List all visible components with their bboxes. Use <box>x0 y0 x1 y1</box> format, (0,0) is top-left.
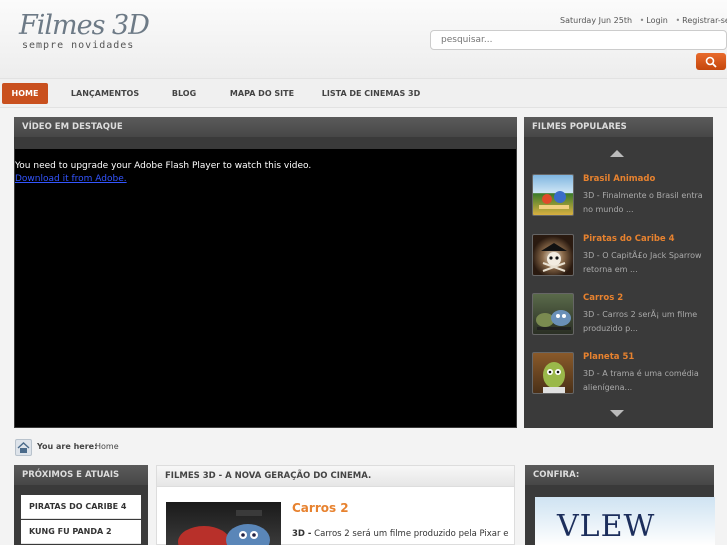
login-link[interactable]: Login <box>646 16 668 25</box>
list-item[interactable]: KUNG FU PANDA 2 <box>21 520 141 544</box>
movie-title[interactable]: Planeta 51 <box>583 352 634 362</box>
search-button[interactable] <box>696 53 726 70</box>
logo-subtitle: sempre novidades <box>22 40 135 51</box>
movie-thumbnail[interactable] <box>532 293 574 335</box>
scroll-up-icon[interactable] <box>610 150 624 157</box>
flash-message: You need to upgrade your Adobe Flash Pla… <box>15 161 312 171</box>
popular-movies-panel: FILMES POPULARES Brasil Animado 3D - Fin… <box>524 117 713 428</box>
movie-description: 3D - A trama é uma comédia alienígena... <box>583 369 699 392</box>
movie-title[interactable]: Brasil Animado <box>583 174 655 184</box>
movie-thumbnail[interactable] <box>532 234 574 276</box>
article-image[interactable] <box>166 502 281 545</box>
featured-video-title: VÍDEO EM DESTAQUE <box>14 117 517 137</box>
ad-text: VLEW <box>557 509 656 544</box>
upcoming-title: PRÓXIMOS E ATUAIS <box>14 465 148 485</box>
nav-item-home[interactable]: HOME <box>2 83 48 104</box>
search-input[interactable] <box>430 30 727 50</box>
nav-item-lista-cinemas[interactable]: LISTA DE CINEMAS 3D <box>318 83 424 104</box>
breadcrumb-current: Home <box>95 442 119 451</box>
section-title: FILMES 3D - A NOVA GERAÇÃO DO CINEMA. <box>157 466 514 487</box>
advertisement-banner[interactable]: VLEW <box>535 497 715 545</box>
article-lead: 3D - <box>292 529 312 539</box>
upcoming-panel: PRÓXIMOS E ATUAIS PIRATAS DO CARIBE 4 KU… <box>14 465 148 545</box>
download-flash-link[interactable]: Download it from Adobe. <box>15 174 127 184</box>
movie-description: 3D - O CapitÃ£o Jack Sparrow retorna em … <box>583 251 702 274</box>
scroll-down-icon[interactable] <box>610 410 624 417</box>
nav-item-blog[interactable]: BLOG <box>162 83 206 104</box>
bullet-icon: • <box>675 16 681 25</box>
list-item[interactable]: PIRATAS DO CARIBE 4 <box>21 495 141 519</box>
list-item[interactable]: Piratas do Caribe 4 3D - O CapitÃ£o Jack… <box>532 234 712 290</box>
confira-title: CONFIRA: <box>525 465 714 485</box>
movie-title[interactable]: Carros 2 <box>583 293 623 303</box>
top-links: Saturday Jun 25th • Login • Registrar-se <box>560 16 727 25</box>
movie-description: 3D - Finalmente o Brasil entra no mundo … <box>583 191 703 214</box>
bullet-icon: • <box>639 16 645 25</box>
main-article-panel: FILMES 3D - A NOVA GERAÇÃO DO CINEMA. Ca… <box>156 465 515 545</box>
popular-movies-title: FILMES POPULARES <box>524 117 713 137</box>
movie-description: 3D - Carros 2 serÃ¡ um filme produzido p… <box>583 310 698 333</box>
home-icon[interactable] <box>15 439 32 456</box>
movie-thumbnail[interactable] <box>532 352 574 394</box>
site-logo[interactable]: Filmes 3D sempre novidades <box>19 10 150 52</box>
logo-title: Filmes 3D <box>19 10 150 41</box>
nav-item-mapa-do-site[interactable]: MAPA DO SITE <box>222 83 302 104</box>
article-body: Carros 2 será um filme produzido pela Pi… <box>314 529 509 539</box>
register-link[interactable]: Registrar-se <box>682 16 727 25</box>
list-item[interactable]: Carros 2 3D - Carros 2 serÃ¡ um filme pr… <box>532 293 712 349</box>
list-item[interactable]: Brasil Animado 3D - Finalmente o Brasil … <box>532 174 712 230</box>
current-date: Saturday Jun 25th <box>560 16 633 25</box>
movie-thumbnail[interactable] <box>532 174 574 216</box>
search-icon <box>705 56 717 68</box>
video-player[interactable]: You need to upgrade your Adobe Flash Pla… <box>15 149 516 427</box>
article-title[interactable]: Carros 2 <box>292 501 349 515</box>
breadcrumb-label: You are here: <box>37 442 98 451</box>
main-nav: HOME LANÇAMENTOS BLOG MAPA DO SITE LISTA… <box>0 78 727 108</box>
list-item[interactable]: Planeta 51 3D - A trama é uma comédia al… <box>532 352 712 408</box>
article-text: 3D - Carros 2 será um filme produzido pe… <box>292 529 508 539</box>
site-header: Filmes 3D sempre novidades Saturday Jun … <box>0 0 727 78</box>
nav-item-lancamentos[interactable]: LANÇAMENTOS <box>62 83 148 104</box>
movie-title[interactable]: Piratas do Caribe 4 <box>583 234 675 244</box>
